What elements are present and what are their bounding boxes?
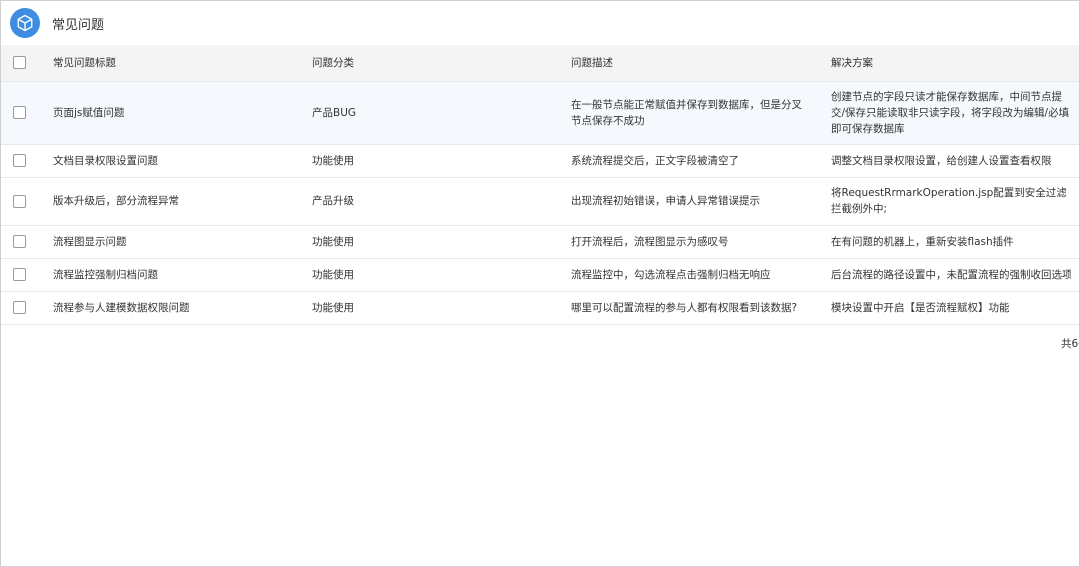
- row-solution: 模块设置中开启【是否流程赋权】功能: [817, 291, 1079, 325]
- row-title[interactable]: 版本升级后，部分流程异常: [39, 177, 298, 226]
- row-category: 产品升级: [298, 177, 557, 226]
- row-title[interactable]: 页面js赋值问题: [39, 81, 298, 145]
- table-header-row: 常见问题标题 问题分类 问题描述 解决方案: [1, 45, 1079, 82]
- row-solution: 在有问题的机器上，重新安装flash插件: [817, 225, 1079, 259]
- row-checkbox[interactable]: [13, 235, 26, 248]
- row-category: 功能使用: [298, 144, 557, 178]
- row-solution: 后台流程的路径设置中，未配置流程的强制收回选项: [817, 258, 1079, 292]
- faq-table: 常见问题标题 问题分类 问题描述 解决方案 页面js赋值问题 产品BUG 在一般…: [1, 45, 1079, 325]
- row-description: 系统流程提交后，正文字段被清空了: [557, 144, 817, 178]
- column-header-solution[interactable]: 解决方案: [817, 45, 1079, 82]
- row-checkbox[interactable]: [13, 301, 26, 314]
- row-checkbox[interactable]: [13, 268, 26, 281]
- table-row[interactable]: 页面js赋值问题 产品BUG 在一般节点能正常赋值并保存到数据库，但是分叉节点保…: [1, 81, 1079, 145]
- row-description: 哪里可以配置流程的参与人都有权限看到该数据?: [557, 291, 817, 325]
- page-header: 常见问题: [1, 1, 1079, 45]
- row-category: 产品BUG: [298, 81, 557, 145]
- row-checkbox[interactable]: [13, 154, 26, 167]
- select-all-checkbox[interactable]: [13, 56, 26, 70]
- row-description: 流程监控中，勾选流程点击强制归档无响应: [557, 258, 817, 292]
- app-window: 常见问题 常见问题标题 问题分类 问题描述 解决方案 页面js赋值问题 产品BU…: [0, 0, 1080, 567]
- row-solution: 将RequestRrmarkOperation.jsp配置到安全过滤拦截例外中;: [817, 177, 1079, 226]
- row-category: 功能使用: [298, 225, 557, 259]
- row-title[interactable]: 流程参与人建模数据权限问题: [39, 291, 298, 325]
- row-description: 在一般节点能正常赋值并保存到数据库，但是分叉节点保存不成功: [557, 81, 817, 145]
- page-title: 常见问题: [52, 17, 105, 33]
- row-solution: 调整文档目录权限设置，给创建人设置查看权限: [817, 144, 1079, 178]
- table-row[interactable]: 流程参与人建模数据权限问题 功能使用 哪里可以配置流程的参与人都有权限看到该数据…: [1, 291, 1079, 325]
- row-description: 出现流程初始错误，申请人异常错误提示: [557, 177, 817, 226]
- row-checkbox[interactable]: [13, 106, 26, 119]
- table-row[interactable]: 流程图显示问题 功能使用 打开流程后，流程图显示为感叹号 在有问题的机器上，重新…: [1, 225, 1079, 259]
- row-solution: 创建节点的字段只读才能保存数据库，中间节点提交/保存只能读取非只读字段，将字段改…: [817, 81, 1079, 145]
- row-category: 功能使用: [298, 258, 557, 292]
- select-all-cell: [1, 45, 39, 82]
- row-title[interactable]: 流程监控强制归档问题: [39, 258, 298, 292]
- row-title[interactable]: 文档目录权限设置问题: [39, 144, 298, 178]
- row-description: 打开流程后，流程图显示为感叹号: [557, 225, 817, 259]
- table-row[interactable]: 版本升级后，部分流程异常 产品升级 出现流程初始错误，申请人异常错误提示 将Re…: [1, 177, 1079, 226]
- column-header-title[interactable]: 常见问题标题: [39, 45, 298, 82]
- pagination-total: 共6条: [1061, 338, 1079, 350]
- row-category: 功能使用: [298, 291, 557, 325]
- column-header-category[interactable]: 问题分类: [298, 45, 557, 82]
- row-title[interactable]: 流程图显示问题: [39, 225, 298, 259]
- table-row[interactable]: 流程监控强制归档问题 功能使用 流程监控中，勾选流程点击强制归档无响应 后台流程…: [1, 258, 1079, 292]
- cube-icon: [10, 8, 40, 38]
- table-row[interactable]: 文档目录权限设置问题 功能使用 系统流程提交后，正文字段被清空了 调整文档目录权…: [1, 144, 1079, 178]
- row-solution-text: 后台流程的路径设置中，未配置流程的强制收回选项: [831, 268, 1071, 281]
- column-header-description[interactable]: 问题描述: [557, 45, 817, 82]
- row-checkbox[interactable]: [13, 194, 26, 208]
